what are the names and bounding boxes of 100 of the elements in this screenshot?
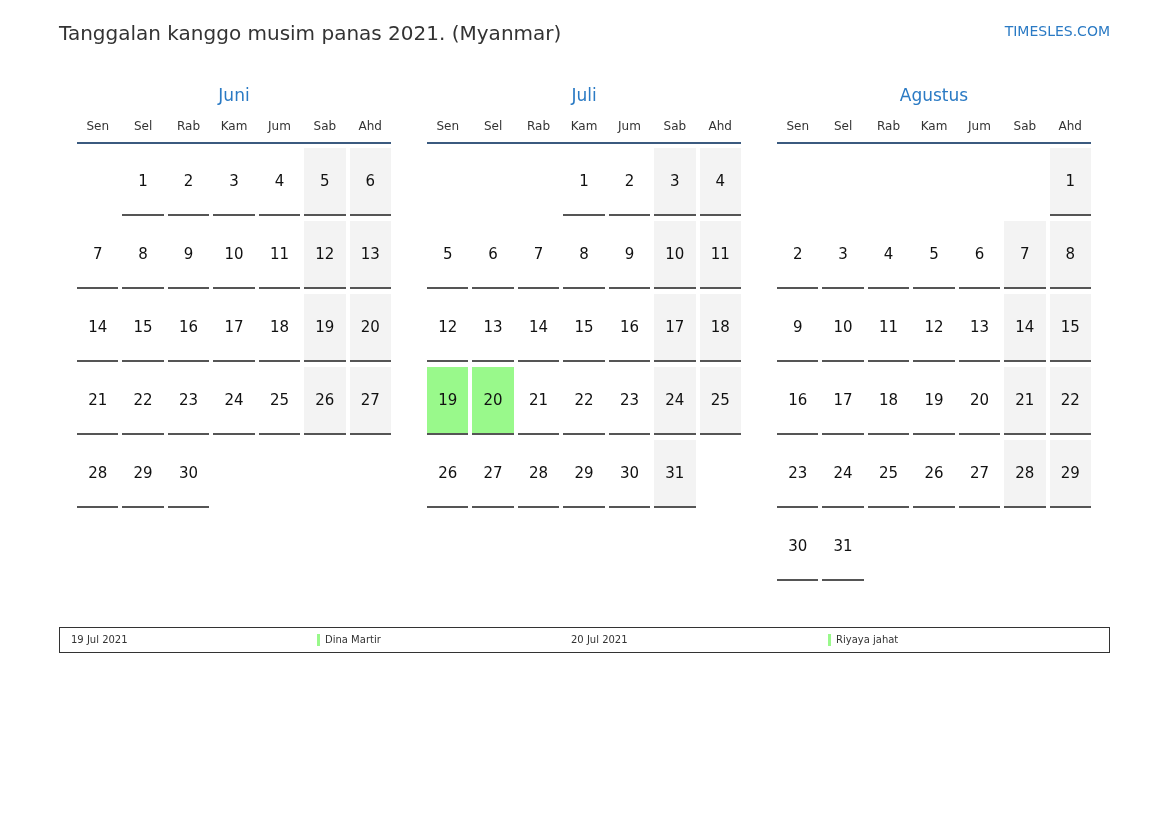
calendar-day: 7 (1004, 221, 1046, 289)
calendar-day: 8 (122, 221, 164, 289)
calendar-day: 17 (213, 294, 255, 362)
calendar-day: 24 (213, 367, 255, 435)
calendar-day: 3 (213, 148, 255, 216)
calendar-day: 26 (304, 367, 346, 435)
calendar-day: 22 (122, 367, 164, 435)
calendar-day: 21 (1004, 367, 1046, 435)
weekday-header: Rab (177, 118, 201, 134)
calendar-day: 16 (167, 294, 210, 362)
weekday-header: Sen (786, 118, 809, 134)
calendar-day: 22 (563, 367, 605, 435)
calendar-day: 5 (304, 148, 346, 216)
calendar-day: 16 (777, 367, 819, 435)
calendar-day: 25 (258, 367, 301, 435)
weekday-header: Sel (833, 118, 853, 134)
calendar-day: 3 (822, 221, 864, 289)
calendar-day: 12 (913, 294, 955, 362)
weekday-header: Sab (663, 118, 687, 134)
calendar-day: 29 (1049, 440, 1091, 508)
calendar-day: 24 (654, 367, 696, 435)
calendar-day: 26 (427, 440, 469, 508)
calendar-day: 1 (122, 148, 164, 216)
calendar-day: 11 (258, 221, 301, 289)
calendar-day: 17 (654, 294, 696, 362)
calendar-day: 16 (608, 294, 651, 362)
weekday-header: Sab (313, 118, 337, 134)
weekday-header: Sen (86, 118, 109, 134)
calendar-day: 28 (1004, 440, 1046, 508)
calendar-day: 18 (699, 294, 741, 362)
calendar-day: 20 (958, 367, 1001, 435)
calendar-day: 11 (867, 294, 910, 362)
weekday-header: Kam (220, 118, 248, 134)
calendar-day: 10 (213, 221, 255, 289)
weekday-header: Jum (968, 118, 991, 134)
calendar-day: 5 (913, 221, 955, 289)
calendar-day: 15 (1049, 294, 1091, 362)
calendar-day: 22 (1049, 367, 1091, 435)
calendar-day: 8 (1049, 221, 1091, 289)
calendar-day: 29 (122, 440, 164, 508)
holiday-date: 19 Jul 2021 (71, 634, 128, 646)
calendar-day: 30 (167, 440, 210, 508)
calendar-day: 6 (349, 148, 391, 216)
calendar-day: 9 (777, 294, 819, 362)
calendar-day: 29 (563, 440, 605, 508)
weekday-header: Ahd (358, 118, 382, 134)
calendar-day: 15 (563, 294, 605, 362)
calendar-day: 13 (958, 294, 1001, 362)
month-title: Agustus (899, 84, 969, 106)
weekday-header: Sel (133, 118, 153, 134)
weekday-header: Ahd (708, 118, 732, 134)
calendar-day: 13 (349, 221, 391, 289)
calendar-day: 12 (304, 221, 346, 289)
calendar-day: 8 (563, 221, 605, 289)
calendar-day: 13 (472, 294, 514, 362)
calendar-day: 4 (699, 148, 741, 216)
calendar-day: 23 (608, 367, 651, 435)
calendar-day: 7 (517, 221, 560, 289)
calendar-day: 10 (822, 294, 864, 362)
weekday-header: Kam (920, 118, 948, 134)
weekday-header: Jum (618, 118, 641, 134)
holiday-name: Dina Martir (325, 634, 381, 646)
calendar-day: 27 (349, 367, 391, 435)
calendar-day: 6 (472, 221, 514, 289)
calendar-day: 2 (777, 221, 819, 289)
calendar-day: 31 (822, 513, 864, 581)
site-link[interactable]: TIMESLES.COM (1004, 22, 1110, 40)
calendar-day: 4 (867, 221, 910, 289)
month-title: Juli (571, 84, 597, 106)
calendar-day: 15 (122, 294, 164, 362)
calendar-day: 10 (654, 221, 696, 289)
calendar-day: 9 (608, 221, 651, 289)
calendar-day: 14 (1004, 294, 1046, 362)
weekday-header: Sen (436, 118, 459, 134)
calendar-day: 31 (654, 440, 696, 508)
calendar-day: 28 (77, 440, 119, 508)
calendar-day: 19 (427, 367, 469, 435)
calendar-day: 20 (349, 294, 391, 362)
calendar-day: 25 (867, 440, 910, 508)
calendar-day: 3 (654, 148, 696, 216)
calendar-day: 14 (517, 294, 560, 362)
calendar-day: 21 (77, 367, 119, 435)
weekday-header: Sab (1013, 118, 1037, 134)
calendar-day: 9 (167, 221, 210, 289)
calendar-day: 2 (167, 148, 210, 216)
calendar-day: 24 (822, 440, 864, 508)
weekday-header: Rab (877, 118, 901, 134)
calendar-day: 21 (517, 367, 560, 435)
calendar-day: 30 (777, 513, 819, 581)
holiday-name: Riyaya jahat (836, 634, 899, 646)
calendar-day: 17 (822, 367, 864, 435)
page-title: Tanggalan kanggo musim panas 2021. (Myanmar) (59, 20, 562, 46)
month-title: Juni (218, 84, 250, 106)
calendar-day: 4 (258, 148, 301, 216)
calendar-day: 18 (258, 294, 301, 362)
calendar-day: 27 (472, 440, 514, 508)
weekday-header: Sel (483, 118, 503, 134)
calendar-day: 30 (608, 440, 651, 508)
calendar-day: 19 (913, 367, 955, 435)
calendar-day: 18 (867, 367, 910, 435)
